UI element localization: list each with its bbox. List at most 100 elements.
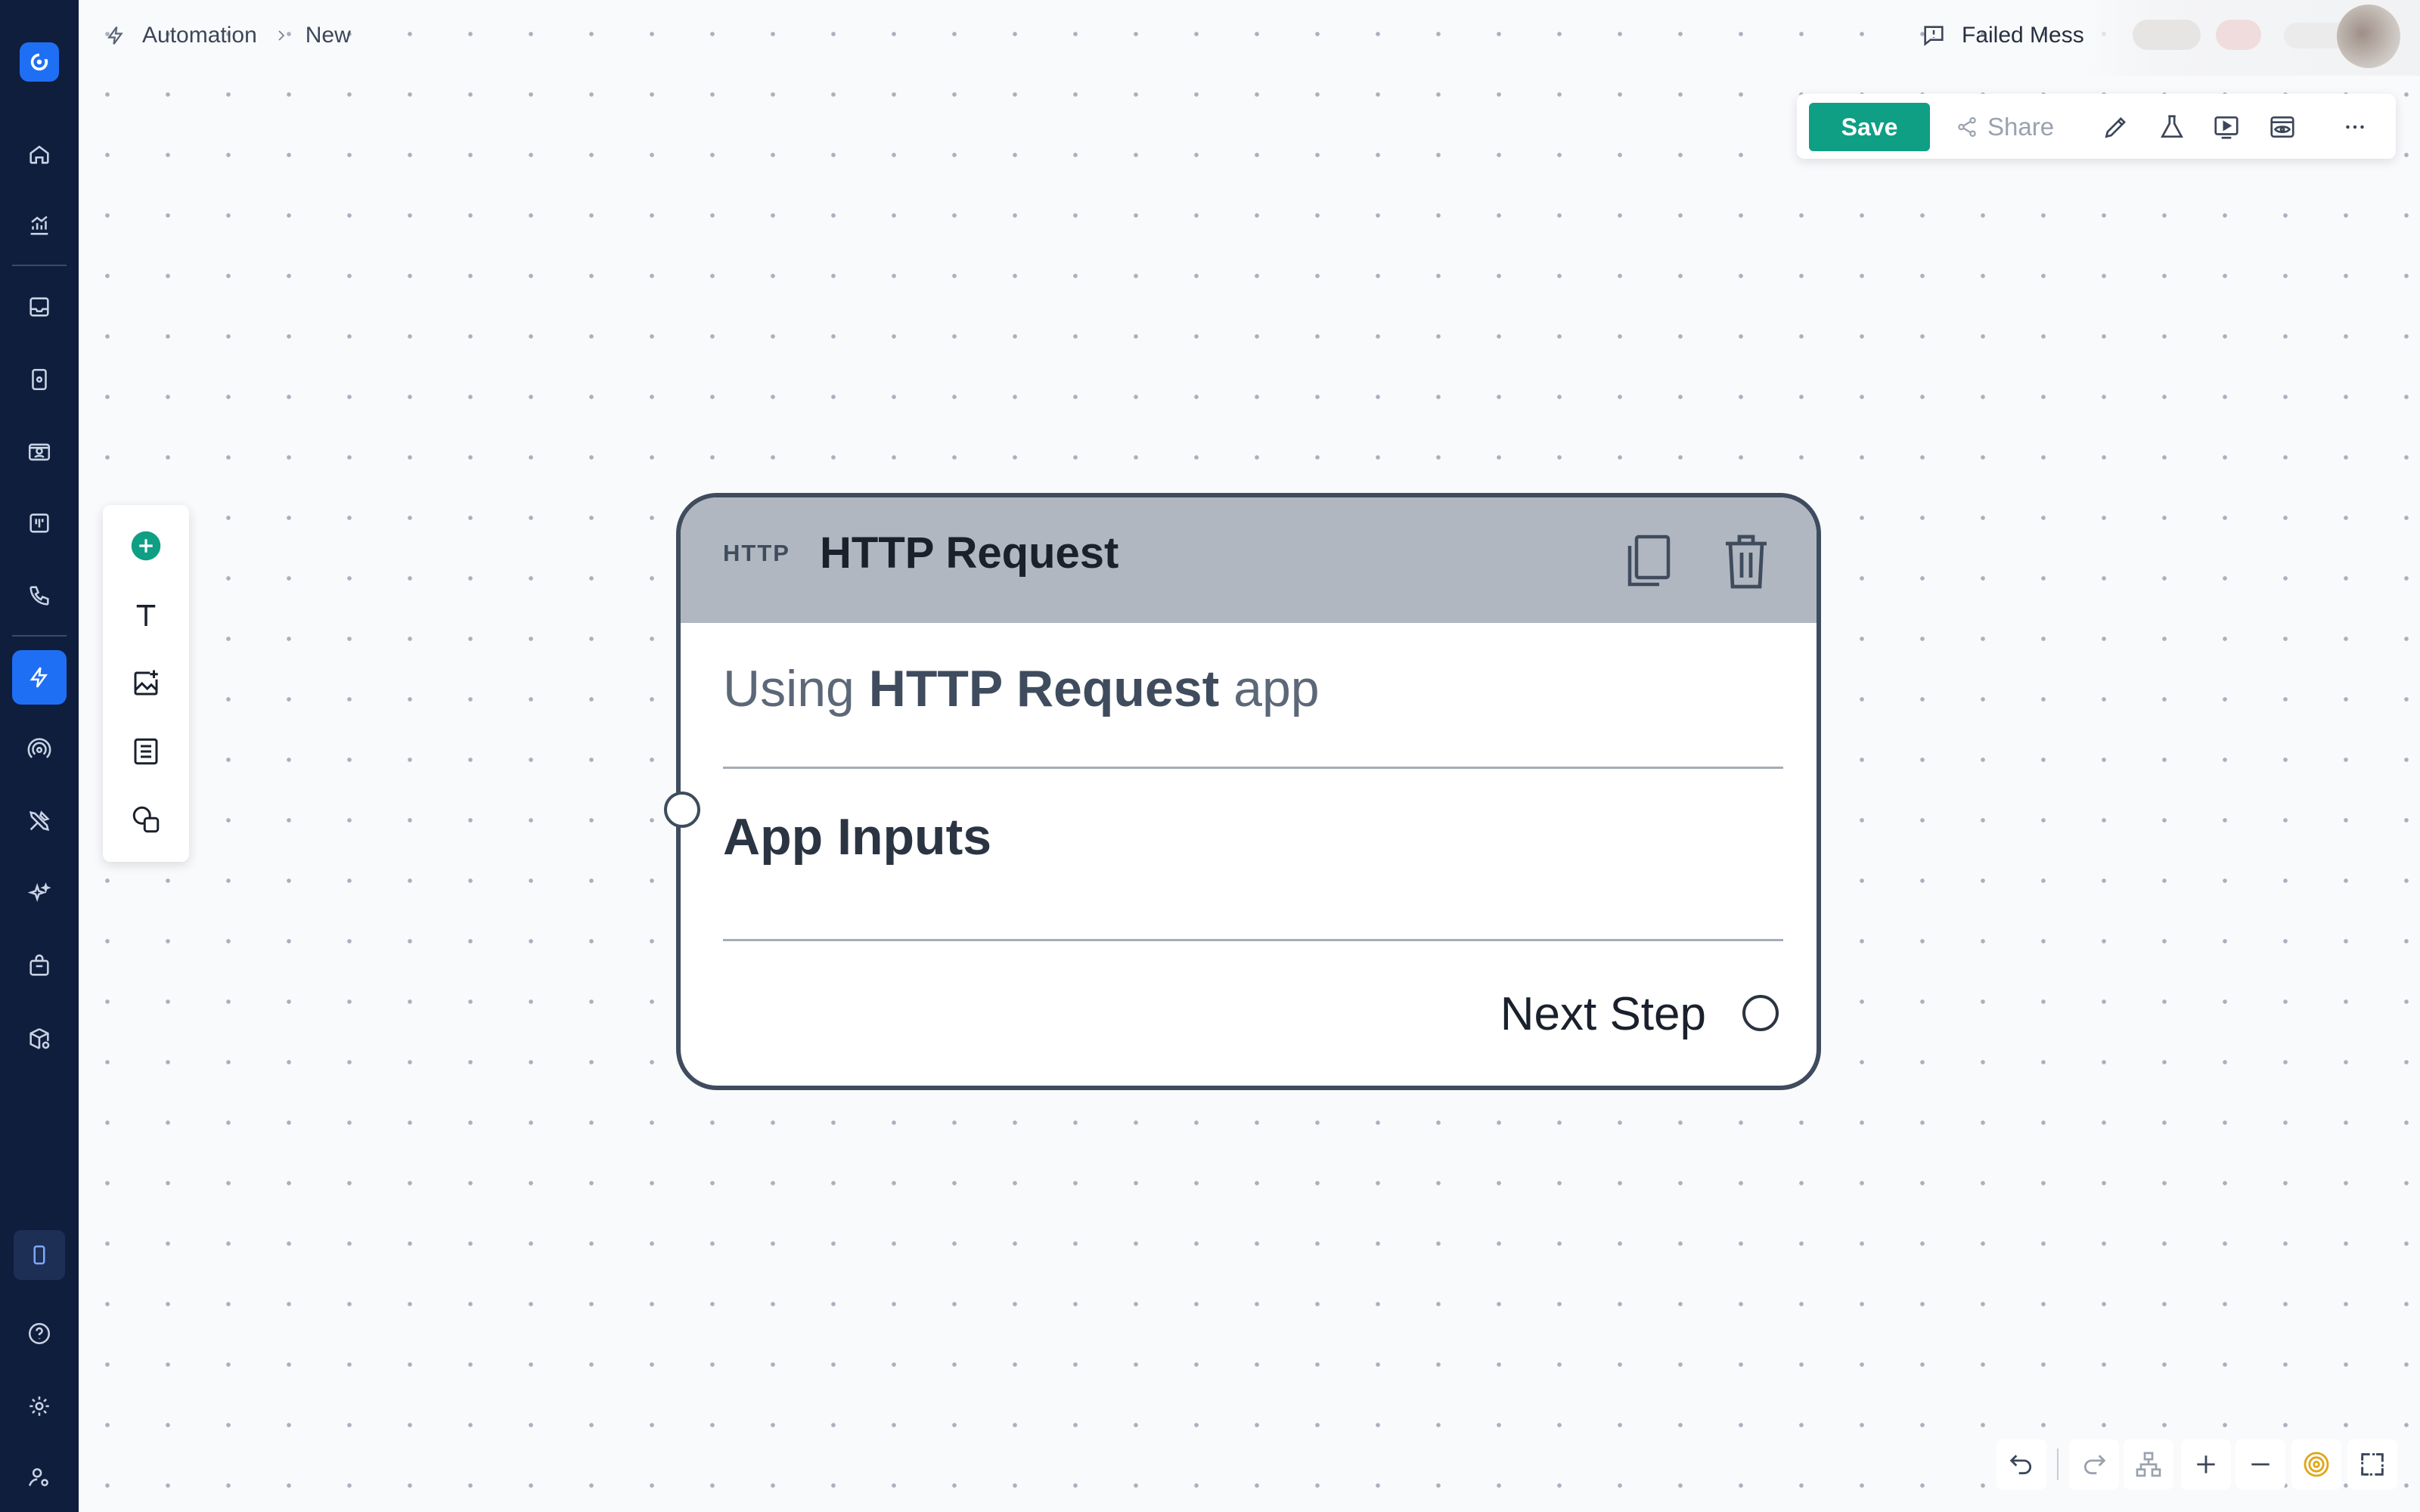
avatar[interactable] xyxy=(2337,5,2400,68)
image-tool-icon xyxy=(134,670,158,696)
sidebar-item-settings[interactable] xyxy=(12,1379,67,1433)
fit-view-button[interactable] xyxy=(2347,1439,2397,1489)
fit-view-icon xyxy=(2361,1453,2384,1476)
device-icon xyxy=(32,368,47,391)
sidebar-item-contacts[interactable] xyxy=(12,425,67,479)
eye-preview-icon xyxy=(2270,116,2294,138)
note-tool-button[interactable] xyxy=(123,729,169,774)
board-icon xyxy=(29,513,49,533)
sidebar-item-broadcast[interactable] xyxy=(12,723,67,777)
trash-icon xyxy=(1726,534,1767,589)
text-tool-button[interactable] xyxy=(123,593,169,638)
image-tool-button[interactable] xyxy=(123,661,169,706)
tool-palette xyxy=(103,505,189,862)
analytics-icon xyxy=(30,215,48,235)
node-input-port[interactable] xyxy=(664,792,700,828)
ai-sparkle-icon xyxy=(27,882,51,903)
app-logo[interactable] xyxy=(20,42,59,82)
phone-icon xyxy=(29,586,49,606)
help-icon xyxy=(28,1322,51,1345)
contacts-icon xyxy=(28,443,51,461)
auto-layout-button[interactable] xyxy=(2124,1439,2173,1489)
more-button[interactable] xyxy=(2337,109,2373,145)
sidebar xyxy=(0,0,79,1512)
breadcrumb: Automation New xyxy=(104,20,351,51)
canvas-toolbar: Save Share xyxy=(1797,94,2396,159)
delete-node-button[interactable] xyxy=(1718,532,1774,591)
shapes-tool-icon xyxy=(132,806,160,833)
chevron-right-icon xyxy=(278,30,285,41)
test-button[interactable] xyxy=(2154,109,2190,145)
lightning-icon xyxy=(107,26,123,45)
failed-messages-label: Failed Mess xyxy=(1962,23,2084,48)
sidebar-item-analytics[interactable] xyxy=(12,198,67,253)
copy-icon xyxy=(1627,534,1671,587)
zoom-in-icon xyxy=(2197,1455,2215,1473)
sidebar-item-board[interactable] xyxy=(12,496,67,550)
sidebar-divider xyxy=(12,265,67,266)
home-icon xyxy=(29,145,49,164)
sidebar-item-ai[interactable] xyxy=(12,866,67,921)
sidebar-item-tools[interactable] xyxy=(12,794,67,848)
node-app-description: Using HTTP Request app xyxy=(723,659,1320,718)
breadcrumb-new: New xyxy=(305,23,351,48)
failed-messages-link[interactable]: Failed Mess xyxy=(1921,20,2084,51)
next-step-port[interactable] xyxy=(1742,995,1779,1031)
sidebar-item-phone[interactable] xyxy=(12,569,67,623)
share-icon xyxy=(1958,117,1976,137)
add-node-icon xyxy=(131,531,161,561)
auto-layout-icon xyxy=(2136,1452,2161,1477)
node-divider xyxy=(723,767,1783,769)
node-app-name: HTTP Request xyxy=(868,660,1220,717)
pencil-icon xyxy=(2105,117,2126,138)
redo-button[interactable] xyxy=(2069,1439,2119,1489)
sidebar-item-marketplace[interactable] xyxy=(12,939,67,993)
add-node-button[interactable] xyxy=(123,523,169,569)
text-tool-icon xyxy=(136,605,156,626)
inbox-icon xyxy=(29,297,49,317)
undo-button[interactable] xyxy=(1996,1439,2046,1489)
canvas-controls xyxy=(1996,1436,2405,1492)
next-step-label: Next Step xyxy=(1500,988,1706,1040)
flask-icon xyxy=(2161,115,2183,138)
play-preview-button[interactable] xyxy=(2208,109,2245,145)
zoom-out-button[interactable] xyxy=(2235,1439,2285,1489)
sidebar-item-help[interactable] xyxy=(12,1306,67,1361)
user-settings-icon xyxy=(29,1468,48,1486)
zoom-out-icon xyxy=(2251,1463,2270,1466)
settings-icon xyxy=(29,1396,49,1416)
sidebar-item-inbox[interactable] xyxy=(12,280,67,334)
sidebar-item-device[interactable] xyxy=(12,352,67,407)
edit-button[interactable] xyxy=(2098,109,2134,145)
marketplace-icon xyxy=(29,954,49,976)
package-settings-icon xyxy=(29,1028,50,1049)
shapes-tool-button[interactable] xyxy=(123,797,169,842)
sidebar-item-user-settings[interactable] xyxy=(12,1450,67,1504)
http-request-node[interactable]: HTTP HTTP Request Using HTTP Request app… xyxy=(676,493,1821,1090)
broadcast-icon xyxy=(27,738,51,758)
sidebar-item-home[interactable] xyxy=(12,127,67,181)
sidebar-divider xyxy=(12,635,67,637)
message-alert-icon xyxy=(1924,26,1944,46)
play-preview-icon xyxy=(2214,116,2238,139)
node-header: HTTP HTTP Request xyxy=(681,497,1817,623)
app-inputs-heading: App Inputs xyxy=(723,808,992,866)
share-button[interactable]: Share xyxy=(1956,103,2054,151)
node-divider xyxy=(723,939,1783,941)
save-button[interactable]: Save xyxy=(1809,103,1930,151)
note-tool-icon xyxy=(134,738,158,765)
undo-icon xyxy=(2009,1455,2031,1475)
eye-preview-button[interactable] xyxy=(2264,109,2301,145)
copy-node-button[interactable] xyxy=(1620,532,1676,591)
share-label: Share xyxy=(1987,113,2055,141)
breadcrumb-automation[interactable]: Automation xyxy=(142,23,257,48)
sidebar-item-automation[interactable] xyxy=(12,650,67,705)
more-icon xyxy=(2346,125,2364,129)
sidebar-item-mobile-preview[interactable] xyxy=(14,1230,65,1280)
node-tag: HTTP xyxy=(723,540,790,566)
automation-icon xyxy=(29,667,48,688)
focus-button[interactable] xyxy=(2291,1439,2341,1489)
node-using-prefix: Using xyxy=(723,660,869,717)
zoom-in-button[interactable] xyxy=(2181,1439,2231,1489)
sidebar-item-package-settings[interactable] xyxy=(12,1012,67,1066)
